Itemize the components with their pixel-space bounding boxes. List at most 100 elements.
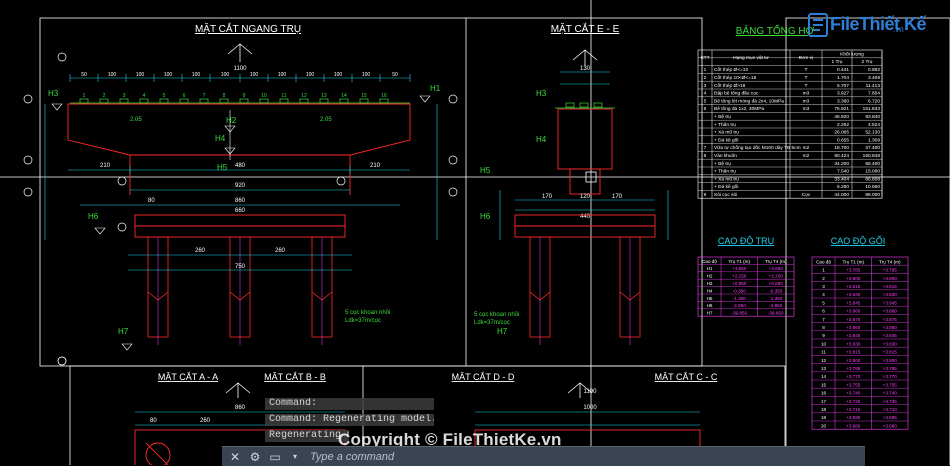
pile-note-1: 5 cọc khoan nhồi	[345, 310, 390, 316]
table-row: H4 -0.350 -0.350	[707, 288, 783, 293]
table-row: H6 -2.850 -2.850	[707, 303, 783, 308]
cad-drawing-canvas[interactable]: MẶT CẮT NGANG TRỤ 1100 50 100 100 100 10…	[0, 0, 950, 465]
svg-text:+3.740: +3.740	[883, 391, 898, 396]
command-history-line-1: Command:	[265, 398, 434, 410]
svg-text:3: 3	[704, 83, 707, 89]
svg-text:100: 100	[306, 72, 315, 78]
table-header-kl: Khối lượng	[840, 52, 864, 58]
svg-text:-2.850: -2.850	[769, 303, 782, 308]
bottom-dim-260: 260	[200, 418, 211, 424]
table-row: 6 +3.860 +3.860	[822, 309, 897, 314]
svg-text:H5: H5	[217, 163, 228, 172]
svg-text:+ Đá kê gối: + Đá kê gối	[714, 184, 738, 190]
svg-text:1: 1	[704, 67, 707, 73]
title-b-b: MẶT CẮT B - B	[264, 372, 326, 382]
svg-text:16: 16	[821, 391, 827, 396]
svg-text:9: 9	[822, 333, 825, 338]
table-row: 2 Cốt thép 10<Ø<=18 T 1.704 3.408	[704, 75, 881, 81]
svg-text:+ Xà mũ trụ: + Xà mũ trụ	[714, 130, 739, 136]
svg-text:6.720: 6.720	[868, 98, 880, 104]
table-row: 16 +3.740 +3.740	[821, 391, 897, 396]
close-icon[interactable]: ✕	[228, 450, 242, 464]
svg-text:10: 10	[821, 341, 827, 346]
svg-text:4: 4	[822, 292, 825, 297]
axis-marker-bottom	[57, 356, 67, 366]
svg-text:93.840: 93.840	[865, 114, 880, 120]
dim-ee-130: 130	[580, 66, 591, 72]
wrench-icon[interactable]: ⚙	[248, 450, 262, 464]
table-row: + Thân trụ 2.262 4.524	[714, 122, 880, 128]
dim-210-left: 210	[100, 163, 111, 169]
title-cao-do-tru: CAO ĐỘ TRỤ	[718, 236, 774, 246]
svg-text:+3.860: +3.860	[883, 309, 898, 314]
table-row: H2 +2.150 +2.150	[707, 274, 784, 279]
table-row: + Bệ trụ 34.200 68.400	[714, 161, 880, 167]
svg-text:+3.800: +3.800	[846, 276, 861, 281]
svg-text:m3: m3	[803, 106, 810, 112]
dim-660: 660	[235, 208, 246, 214]
pile-axes	[157, 237, 323, 345]
ee-pile-note-1: 5 cọc khoan nhồi	[474, 312, 519, 318]
command-history-line-2: Command: Regenerating model.	[265, 414, 434, 426]
svg-text:80.424: 80.424	[834, 153, 849, 159]
svg-text:7: 7	[704, 145, 707, 151]
svg-text:+ Bệ trụ: + Bệ trụ	[714, 114, 731, 120]
dim-1100: 1100	[234, 66, 248, 72]
svg-text:+3.860: +3.860	[846, 309, 861, 314]
command-prompt-icon[interactable]: ▭	[268, 450, 282, 464]
svg-text:100: 100	[136, 72, 145, 78]
svg-text:37.400: 37.400	[865, 145, 880, 151]
svg-text:68.400: 68.400	[865, 161, 880, 167]
svg-text:+3.815: +3.815	[846, 350, 861, 355]
svg-text:+3.725: +3.725	[846, 399, 861, 404]
chevron-down-icon[interactable]: ▾	[288, 452, 302, 461]
svg-text:3.360: 3.360	[837, 98, 849, 104]
table-row: 18 +3.710 +3.710	[821, 407, 897, 412]
table-row: 9 Sỏi cọc sỏi Cọc 44.000 88.000	[704, 191, 881, 198]
svg-text:+3.845: +3.845	[883, 333, 898, 338]
svg-text:H2: H2	[226, 116, 237, 125]
svg-text:12: 12	[301, 93, 307, 99]
svg-text:-0.350: -0.350	[769, 288, 782, 293]
dim-480: 480	[235, 163, 246, 169]
svg-text:8: 8	[822, 325, 825, 330]
table-row: 17 +3.725 +3.725	[821, 399, 897, 404]
table-header: Cao độ	[702, 259, 717, 264]
svg-text:+3.710: +3.710	[846, 407, 861, 412]
svg-text:+3.785: +3.785	[883, 366, 898, 371]
svg-text:+3.850: +3.850	[769, 266, 784, 271]
svg-text:26.065: 26.065	[834, 130, 849, 136]
svg-text:H3: H3	[48, 89, 59, 98]
svg-text:+ Thân trụ: + Thân trụ	[714, 122, 736, 128]
svg-text:+3.800: +3.800	[846, 358, 861, 363]
svg-text:17: 17	[821, 399, 827, 404]
table-header-stt: STT	[700, 55, 709, 61]
table-header: Trụ T1 (m)	[843, 259, 865, 264]
svg-text:15: 15	[821, 382, 827, 387]
svg-text:0.441: 0.441	[837, 67, 849, 73]
table-row: 4 Đập bê tông đầu cọc m3 3.927 7.854	[704, 91, 881, 97]
table-header: Trụ T1 (m)	[729, 259, 751, 264]
svg-text:0.882: 0.882	[868, 67, 880, 73]
command-input[interactable]	[308, 449, 832, 464]
svg-text:5: 5	[163, 93, 166, 99]
svg-text:15.080: 15.080	[865, 169, 880, 175]
svg-text:7: 7	[822, 317, 825, 322]
svg-text:Ván khuôn: Ván khuôn	[714, 153, 737, 159]
table-row: 20 +3.680 +3.680	[821, 423, 897, 428]
ee-dim-120: 120	[580, 194, 591, 200]
dim-chain-top-labels: 50 100 100 100 100 100 100 100 100 100 1…	[81, 72, 398, 78]
svg-text:+3.740: +3.740	[846, 391, 861, 396]
summary-table: STT Hạng mục vật tư Đơn vị Khối lượng1 Trụ 2…	[697, 49, 883, 199]
ee-piles	[529, 236, 641, 338]
svg-text:50: 50	[392, 72, 398, 78]
svg-text:+3.695: +3.695	[846, 415, 861, 420]
svg-text:+3.680: +3.680	[883, 423, 898, 428]
table-header-1tru: 1 Trụ	[832, 59, 843, 65]
cao-do-goi-table: Cao độ Trụ T1 (m) Trụ T4 (m) 1 +3.785 +3.785 2…	[811, 256, 909, 430]
svg-text:20: 20	[821, 423, 827, 428]
svg-text:14: 14	[341, 93, 347, 99]
svg-text:Bê tông đá 1x2, 30MPa: Bê tông đá 1x2, 30MPa	[714, 106, 764, 112]
svg-text:+0.850: +0.850	[769, 281, 784, 286]
svg-text:52.130: 52.130	[865, 130, 880, 136]
